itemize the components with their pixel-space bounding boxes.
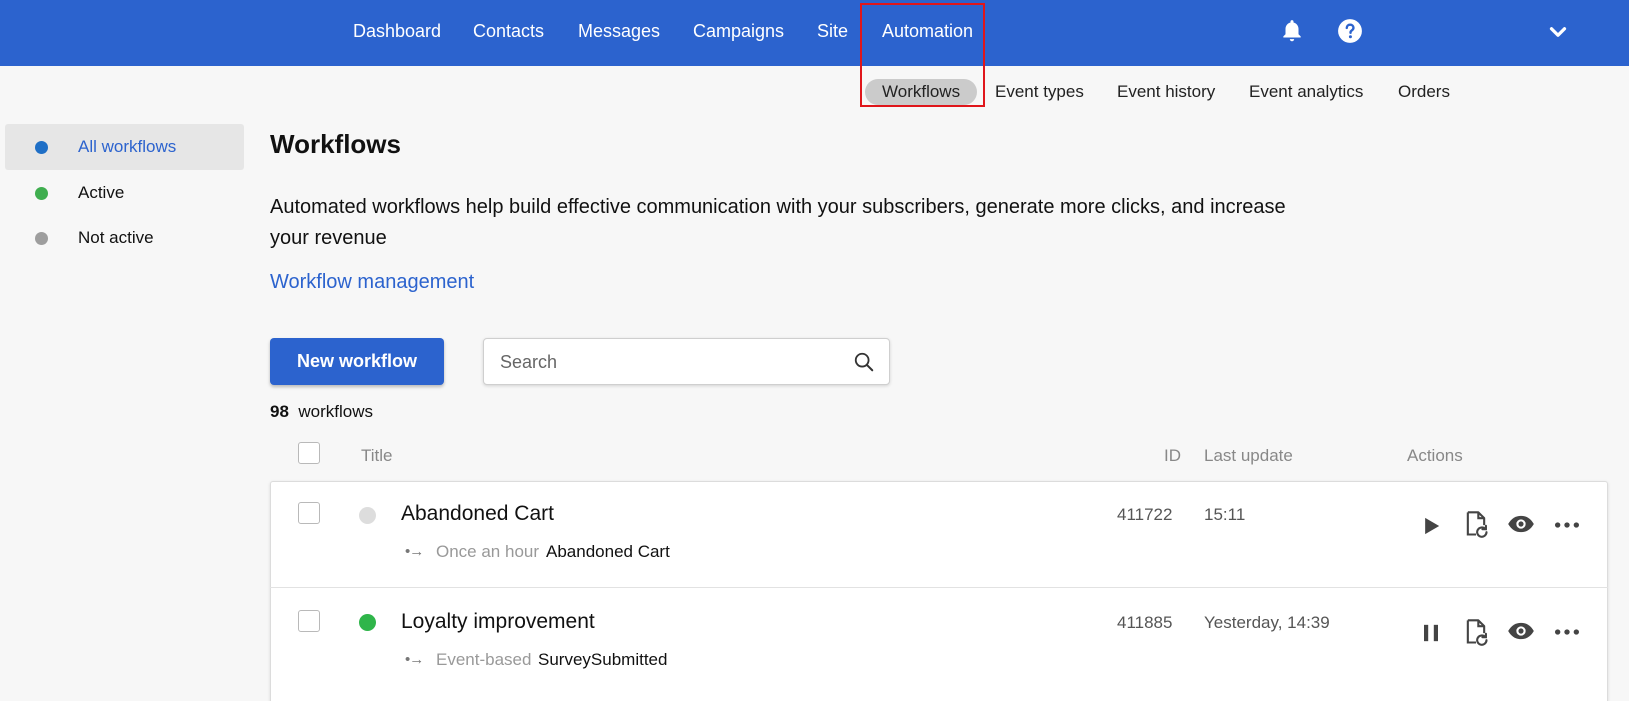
trigger-type: Once an hour (436, 542, 540, 561)
page-description: Automated workflows help build effective… (270, 196, 1286, 249)
pause-icon[interactable] (1417, 619, 1445, 647)
row-checkbox[interactable] (298, 610, 320, 632)
search-input[interactable] (500, 350, 840, 374)
column-header-title: Title (361, 446, 393, 465)
nav-automation[interactable]: Automation (882, 20, 973, 42)
bell-icon[interactable] (1279, 18, 1305, 44)
status-dot-icon (35, 187, 48, 200)
column-header-id: ID (1164, 446, 1181, 465)
workflow-count-number: 98 (270, 402, 289, 421)
eye-icon[interactable] (1507, 617, 1535, 645)
trigger-type: Event-based (436, 650, 532, 669)
status-dot-icon (35, 141, 48, 154)
more-options-icon[interactable] (1553, 618, 1581, 646)
trigger-event: SurveySubmitted (538, 650, 668, 669)
search-icon[interactable] (853, 351, 875, 373)
restore-document-icon[interactable] (1462, 618, 1490, 646)
eye-icon[interactable] (1507, 510, 1535, 538)
sidebar-item-active[interactable]: Active (5, 170, 244, 216)
top-navbar: Dashboard Contacts Messages Campaigns Si… (0, 0, 1629, 66)
status-dot-icon (35, 232, 48, 245)
sidebar-item-all-workflows[interactable]: All workflows (5, 124, 244, 170)
sidebar-item-label: Not active (78, 228, 154, 247)
sidebar-item-not-active[interactable]: Not active (5, 215, 244, 261)
subnav-orders[interactable]: Orders (1398, 82, 1450, 102)
play-icon[interactable] (1417, 512, 1445, 540)
subnav-event-history[interactable]: Event history (1117, 82, 1215, 102)
last-update: 15:11 (1204, 505, 1246, 524)
restore-document-icon[interactable] (1462, 510, 1490, 538)
nav-messages[interactable]: Messages (578, 20, 660, 42)
help-icon[interactable] (1337, 18, 1363, 44)
last-update: Yesterday, 14:39 (1204, 613, 1330, 632)
workflow-count-label: workflows (298, 402, 373, 421)
subnav-event-types[interactable]: Event types (995, 82, 1084, 102)
workflow-id: 411885 (1117, 613, 1173, 632)
row-divider (270, 587, 1608, 588)
workflow-id: 411722 (1117, 505, 1173, 524)
trigger-arrow-icon: •→ (405, 543, 424, 560)
chevron-down-icon[interactable] (1545, 19, 1571, 45)
sidebar-item-label: Active (78, 183, 125, 202)
column-header-actions: Actions (1407, 446, 1463, 465)
row-checkbox[interactable] (298, 502, 320, 524)
search-box (483, 338, 890, 385)
more-options-icon[interactable] (1553, 511, 1581, 539)
new-workflow-button[interactable]: New workflow (270, 338, 444, 385)
subnav-event-analytics[interactable]: Event analytics (1249, 82, 1363, 102)
nav-dashboard[interactable]: Dashboard (353, 20, 441, 42)
trigger-event: Abandoned Cart (546, 542, 670, 561)
trigger-arrow-icon: •→ (405, 651, 424, 668)
workflow-count: 98 workflows (270, 401, 373, 423)
sidebar-item-label: All workflows (78, 137, 177, 156)
status-dot-icon (359, 507, 376, 524)
status-dot-icon (359, 614, 376, 631)
workflow-title[interactable]: Abandoned Cart (401, 502, 554, 526)
nav-contacts[interactable]: Contacts (473, 20, 544, 42)
nav-campaigns[interactable]: Campaigns (693, 20, 784, 42)
column-header-last-update: Last update (1204, 446, 1293, 465)
workflow-management-link[interactable]: Workflow management (270, 270, 474, 294)
select-all-checkbox[interactable] (298, 442, 320, 464)
subnav-workflows[interactable]: Workflows (865, 79, 978, 105)
workflow-title[interactable]: Loyalty improvement (401, 610, 595, 634)
nav-site[interactable]: Site (817, 20, 848, 42)
page-title: Workflows (270, 129, 401, 159)
